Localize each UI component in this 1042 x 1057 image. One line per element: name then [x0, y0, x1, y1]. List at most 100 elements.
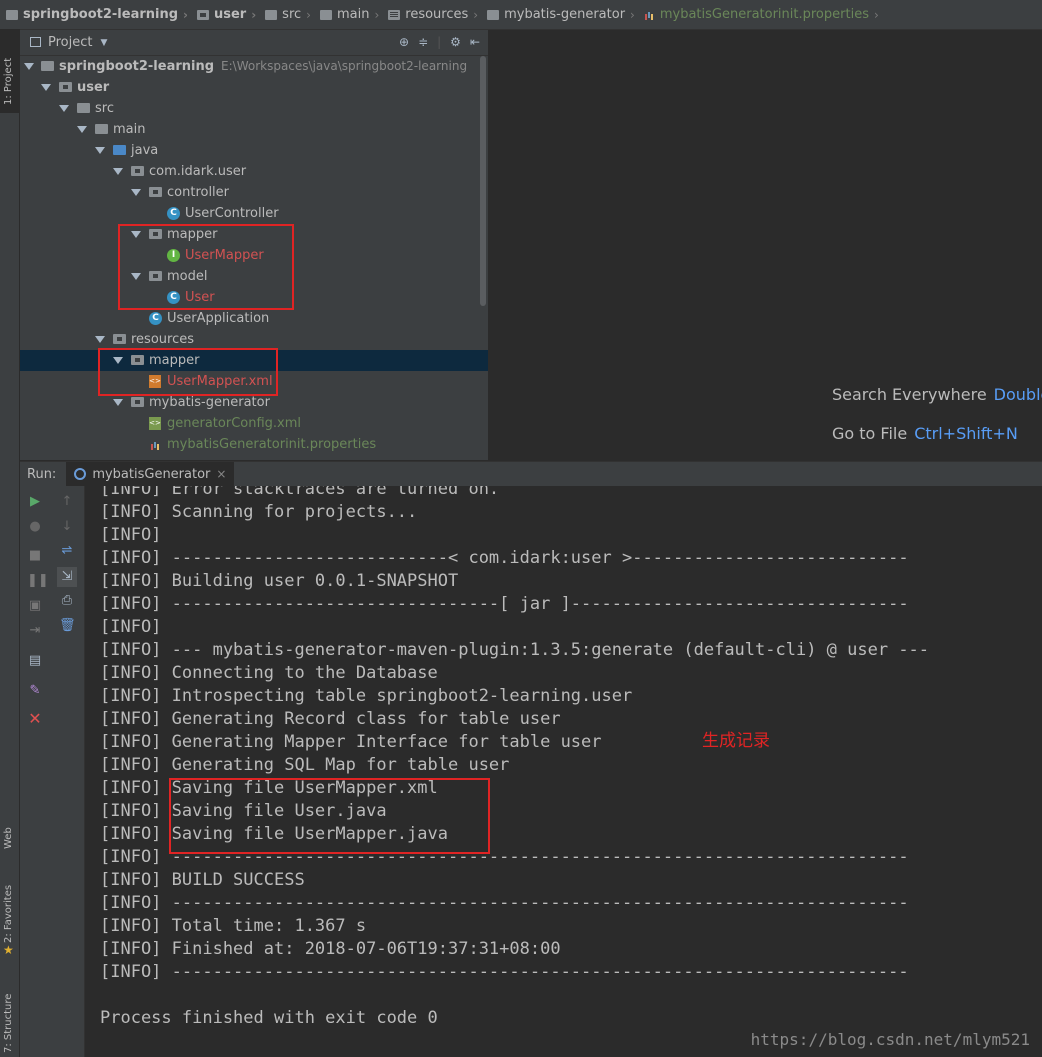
tree-item-label: controller — [167, 185, 230, 200]
tree-item-src[interactable]: src — [20, 98, 488, 119]
class-icon: C — [167, 207, 180, 220]
tree-item-label: springboot2-learning E:\Workspaces\java\s… — [59, 59, 468, 74]
rerun-icon[interactable]: ▶ — [27, 494, 43, 510]
console-line: [INFO] Generating Record class for table… — [100, 709, 561, 729]
tool-tab-web[interactable]: Web — [0, 809, 19, 859]
hide-icon[interactable]: ⇤ — [470, 35, 480, 49]
highlight-box-saving-files — [169, 778, 490, 854]
trash-icon[interactable]: 🗑 — [59, 618, 76, 634]
close-icon[interactable]: × — [216, 467, 226, 481]
breadcrumb-resources[interactable]: resources › — [382, 7, 481, 22]
gear-icon[interactable]: ⚙ — [450, 35, 461, 49]
tree-scrollbar[interactable] — [480, 56, 486, 306]
dump-threads-icon[interactable]: ▣ — [27, 598, 43, 614]
expand-arrow-icon[interactable] — [95, 336, 105, 343]
tree-item-resources[interactable]: resources — [20, 329, 488, 350]
editor-empty-area: Search EverywhereDouble Go to FileCtrl+S… — [489, 30, 1042, 460]
tree-item-main[interactable]: main — [20, 119, 488, 140]
console-line: [INFO] ---------------------------< com.… — [100, 548, 909, 568]
stop-icon[interactable]: ■ — [27, 548, 43, 564]
expand-arrow-icon[interactable] — [41, 84, 51, 91]
tree-item-usercontroller[interactable]: C UserController — [20, 203, 488, 224]
breadcrumb-mybatis-generator[interactable]: mybatis-generator › — [481, 7, 638, 22]
console-line: [INFO] Generating Mapper Interface for t… — [100, 732, 602, 752]
console-line: [INFO] BUILD SUCCESS — [100, 870, 305, 890]
tool-tab-project[interactable]: 1: Project — [0, 29, 19, 113]
tree-item-project-root[interactable]: springboot2-learning E:\Workspaces\java\s… — [20, 56, 488, 77]
watermark: https://blog.csdn.net/mlym521 — [750, 1030, 1030, 1049]
collapse-all-icon[interactable]: ≑ — [418, 35, 428, 49]
chevron-right-icon: › — [183, 7, 188, 22]
expand-arrow-icon[interactable] — [113, 168, 123, 175]
tree-item-label: user — [77, 80, 110, 95]
tree-item-package-root[interactable]: com.idark.user — [20, 161, 488, 182]
tree-item-label: main — [113, 122, 146, 137]
print-icon[interactable]: ⎙ — [59, 593, 75, 609]
down-arrow-icon[interactable]: ↓ — [59, 519, 75, 535]
soft-wrap-icon[interactable]: ⇌ — [59, 543, 75, 559]
console-line: [INFO] Generating SQL Map for table user — [100, 755, 510, 775]
tree-item-userapplication[interactable]: C UserApplication — [20, 308, 488, 329]
pause-icon[interactable]: ❚❚ — [27, 573, 49, 589]
debug-icon[interactable]: ● — [27, 519, 43, 535]
chevron-right-icon: › — [473, 7, 479, 22]
scroll-to-end-icon[interactable]: ⇲ — [57, 567, 77, 587]
console-line: [INFO] Connecting to the Database — [100, 663, 438, 683]
console-line: [INFO] Finished at: 2018-07-06T19:37:31+… — [100, 939, 561, 959]
console-line: [INFO] --------------------------------[… — [100, 594, 909, 614]
console-line: [INFO] --- mybatis-generator-maven-plugi… — [100, 640, 930, 660]
properties-file-icon — [150, 439, 161, 450]
folder-icon — [487, 9, 500, 20]
divider: | — [437, 35, 442, 49]
locate-icon[interactable]: ⊕ — [399, 35, 409, 49]
tree-item-label: UserController — [185, 206, 279, 221]
pin-icon[interactable]: ✎ — [27, 683, 43, 699]
tree-item-label: resources — [131, 332, 195, 347]
project-path: E:\Workspaces\java\springboot2-learning — [221, 59, 468, 73]
breadcrumb-src[interactable]: src › — [259, 7, 314, 22]
expand-arrow-icon[interactable] — [59, 105, 69, 112]
tree-item-generatorconfig[interactable]: <> generatorConfig.xml — [20, 413, 488, 434]
tree-item-user[interactable]: user — [20, 77, 488, 98]
expand-arrow-icon[interactable] — [77, 126, 87, 133]
expand-arrow-icon[interactable] — [131, 189, 141, 196]
breadcrumb-project[interactable]: springboot2-learning › — [0, 7, 191, 22]
chevron-down-icon[interactable]: ▼ — [100, 38, 107, 48]
module-folder-icon — [59, 82, 72, 92]
console-line-exit: Process finished with exit code 0 — [100, 1008, 438, 1028]
hint-search-everywhere: Search EverywhereDouble — [832, 385, 1042, 404]
properties-file-icon — [644, 9, 655, 20]
highlight-box-xml-generated — [98, 348, 278, 396]
run-panel-label: Run: — [27, 466, 57, 482]
annotation-text: 生成记录 — [702, 731, 770, 751]
console-line: [INFO] — [100, 525, 162, 545]
console-output[interactable]: [INFO] Error stacktraces are turned on. … — [85, 486, 1042, 1057]
tree-item-controller[interactable]: controller — [20, 182, 488, 203]
tool-tab-favorites[interactable]: 2: Favorites ★ — [0, 877, 19, 957]
exit-icon[interactable]: ⇥ — [27, 623, 43, 639]
tool-tab-structure[interactable]: 7: Structure — [0, 973, 19, 1057]
run-tab-mybatisgenerator[interactable]: mybatisGenerator × — [66, 462, 235, 486]
expand-arrow-icon[interactable] — [95, 147, 105, 154]
layout-icon[interactable]: ▤ — [27, 653, 43, 669]
chevron-right-icon: › — [374, 7, 380, 22]
breadcrumb-main[interactable]: main › — [314, 7, 382, 22]
tree-item-java[interactable]: java — [20, 140, 488, 161]
run-toolbar: ▶ ● ■ ❚❚ ▣ ⇥ ▤ ✎ ✕ ↑ ↓ ⇌ ⇲ ⎙ 🗑 — [20, 486, 85, 1057]
project-view-selector[interactable]: Project — [48, 35, 92, 50]
breadcrumb-module[interactable]: user › — [191, 7, 259, 22]
tree-item-properties[interactable]: mybatisGeneratorinit.properties — [20, 434, 488, 455]
close-icon[interactable]: ✕ — [27, 711, 43, 727]
expand-arrow-icon[interactable] — [113, 399, 123, 406]
breadcrumb-properties-file[interactable]: mybatisGeneratorinit.properties › — [638, 7, 882, 22]
folder-icon — [41, 61, 54, 71]
star-icon: ★ — [3, 943, 14, 957]
project-view-icon — [30, 37, 41, 47]
tree-item-label: java — [131, 143, 159, 158]
up-arrow-icon[interactable]: ↑ — [59, 494, 75, 510]
folder-icon — [95, 124, 108, 134]
console-line: [INFO] Building user 0.0.1-SNAPSHOT — [100, 571, 459, 591]
expand-arrow-icon[interactable] — [24, 63, 34, 70]
tree-item-label: generatorConfig.xml — [167, 416, 302, 431]
console-line: [INFO] Error stacktraces are turned on. — [100, 486, 500, 499]
